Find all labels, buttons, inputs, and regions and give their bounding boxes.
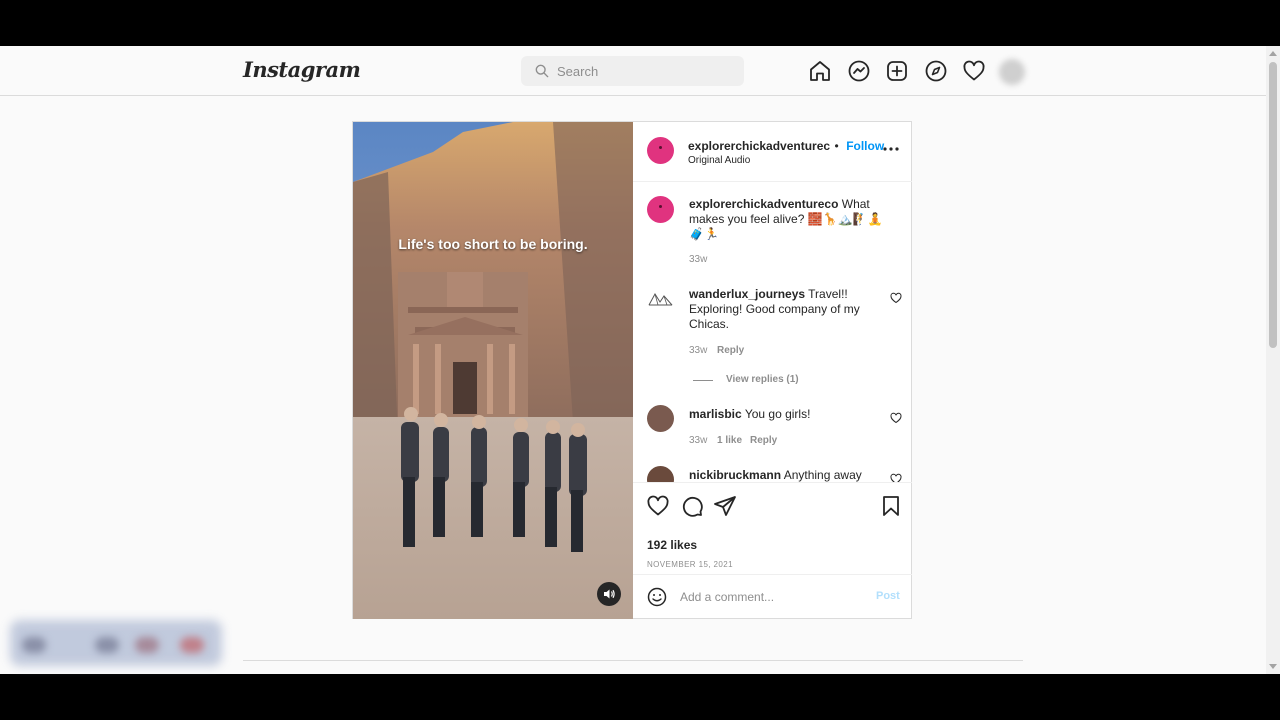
post-header: explorerchickadventurec • Follow Origina… (633, 122, 912, 182)
caption-time: 33w (689, 254, 708, 265)
search-input[interactable] (557, 63, 727, 79)
like-heart-icon[interactable] (646, 494, 670, 518)
likes-count[interactable]: 192 likes (647, 538, 697, 552)
top-navigation: Instagram (0, 46, 1266, 96)
comment-username[interactable]: wanderlux_journeys (689, 287, 805, 301)
scroll-thumb[interactable] (1269, 62, 1277, 348)
activity-heart-icon[interactable] (962, 59, 986, 83)
save-bookmark-icon[interactable] (879, 494, 903, 518)
like-comment-heart-icon[interactable] (890, 473, 902, 482)
view-replies-button[interactable]: View replies (1) (726, 374, 799, 385)
search-bar[interactable] (521, 56, 744, 86)
caption-avatar[interactable] (647, 196, 674, 223)
comment-text: wanderlux_journeys Travel!! Exploring! G… (689, 287, 869, 332)
commenter-avatar[interactable] (647, 466, 674, 482)
scroll-down-arrow-icon[interactable] (1269, 664, 1277, 669)
like-comment-heart-icon[interactable] (890, 292, 902, 304)
footer-divider (243, 660, 1023, 661)
comment-body-line3: Chicas. (689, 317, 730, 331)
comment-likes[interactable]: 1 like (717, 435, 742, 446)
post-video[interactable]: Life's too short to be boring. (353, 122, 633, 619)
post-card: Life's too short to be boring. explorerc… (352, 121, 912, 619)
comment-time: 33w (689, 345, 708, 356)
comment-text: marlisbic You go girls! (689, 407, 879, 422)
blurred-overlay-item (135, 637, 159, 653)
new-post-icon[interactable] (885, 59, 909, 83)
replies-divider (693, 380, 713, 381)
post-actions: 192 likes NOVEMBER 15, 2021 (633, 482, 912, 575)
comment-reply-button[interactable]: Reply (717, 345, 744, 356)
comment-body-line2: Exploring! Good company of my (689, 302, 860, 316)
emoji-icon[interactable] (647, 587, 667, 607)
more-options-icon[interactable] (882, 146, 900, 152)
comment-reply-button[interactable]: Reply (750, 435, 777, 446)
add-comment-bar: Post (633, 574, 912, 620)
comments-list[interactable]: explorerchickadventureco What makes you … (633, 182, 912, 482)
comment-username[interactable]: marlisbic (689, 407, 742, 421)
comment-time: 33w (689, 435, 708, 446)
comment-username[interactable]: nickibruckmann (689, 468, 781, 482)
page-scrollbar[interactable] (1266, 46, 1280, 674)
post-sidebar: explorerchickadventurec • Follow Origina… (633, 122, 912, 619)
blurred-overlay-item (95, 637, 119, 653)
comment-body: Travel!! (808, 287, 848, 301)
author-username[interactable]: explorerchickadventurec (688, 139, 830, 153)
profile-avatar[interactable] (999, 59, 1025, 85)
share-send-icon[interactable] (713, 494, 737, 518)
messenger-icon[interactable] (847, 59, 871, 83)
author-avatar[interactable] (647, 137, 674, 164)
video-frame-image (353, 122, 633, 619)
like-comment-heart-icon[interactable] (890, 412, 902, 424)
commenter-avatar[interactable] (647, 405, 674, 432)
audio-label[interactable]: Original Audio (688, 155, 750, 166)
separator-dot: • (834, 139, 839, 153)
post-date[interactable]: NOVEMBER 15, 2021 (647, 560, 733, 569)
search-icon (535, 64, 549, 78)
blurred-overlay-item (180, 637, 204, 653)
comment-body: You go girls! (744, 407, 811, 421)
scroll-up-arrow-icon[interactable] (1269, 51, 1277, 56)
video-caption-text: Life's too short to be boring. (398, 236, 588, 252)
explore-icon[interactable] (924, 59, 948, 83)
caption-username[interactable]: explorerchickadventureco (689, 197, 838, 211)
sound-toggle-button[interactable] (597, 582, 621, 606)
comment-text: nickibruckmann Anything away (689, 468, 879, 482)
instagram-logo[interactable]: Instagram (243, 57, 361, 82)
add-comment-input[interactable] (680, 590, 860, 604)
blurred-overlay-item (22, 637, 46, 653)
mountain-logo-avatar[interactable] (647, 285, 674, 312)
post-comment-button[interactable]: Post (876, 590, 900, 602)
comment-bubble-icon[interactable] (680, 494, 704, 518)
caption-body-line2: 🧳🏃 (689, 227, 719, 241)
caption-text: explorerchickadventureco What makes you … (689, 197, 889, 242)
follow-button[interactable]: Follow (846, 139, 884, 153)
speaker-icon (604, 589, 615, 599)
browser-viewport: Instagram Search Life's too short to be … (0, 46, 1280, 674)
home-icon[interactable] (808, 59, 832, 83)
comment-body: Anything away (783, 468, 862, 482)
